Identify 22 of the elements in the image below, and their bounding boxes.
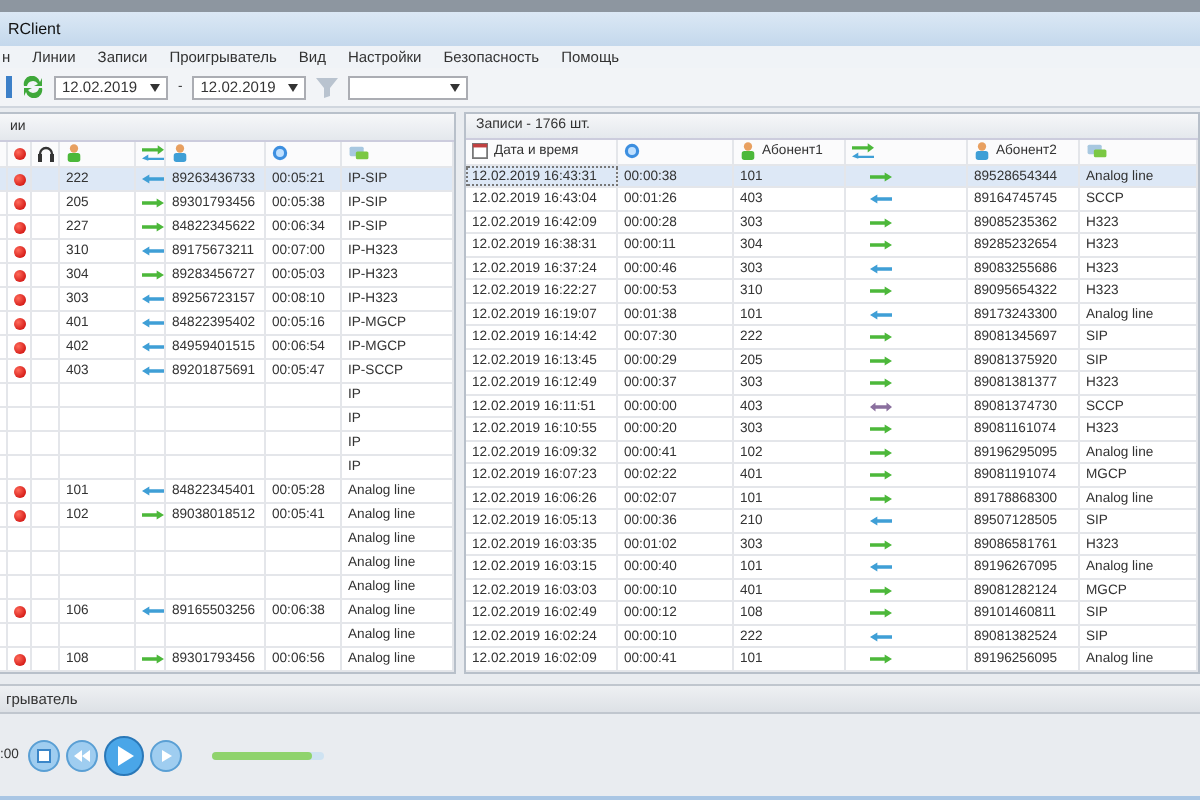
rewind-button[interactable] <box>66 739 99 771</box>
forward-button[interactable] <box>150 739 183 771</box>
person-icon <box>172 144 188 163</box>
person-icon <box>66 144 82 163</box>
person-icon <box>740 142 756 161</box>
person-icon <box>974 142 990 161</box>
refresh-icon[interactable] <box>22 76 44 98</box>
filter-icon[interactable] <box>316 76 339 98</box>
network-icon <box>1086 142 1108 161</box>
recording-dot-icon <box>14 147 26 160</box>
info-icon <box>624 142 640 161</box>
info-icon <box>272 144 288 163</box>
swap-arrows-icon <box>142 144 164 163</box>
dropdown-caret-icon[interactable] <box>150 83 160 91</box>
stop-button[interactable] <box>28 739 61 771</box>
window-title: RClient <box>8 20 61 38</box>
network-icon <box>348 144 370 163</box>
swap-arrows-icon <box>852 142 874 161</box>
dropdown-caret-icon[interactable] <box>450 83 461 91</box>
play-button[interactable] <box>104 735 145 775</box>
dropdown-caret-icon[interactable] <box>288 83 299 91</box>
headphones-icon <box>38 144 54 163</box>
